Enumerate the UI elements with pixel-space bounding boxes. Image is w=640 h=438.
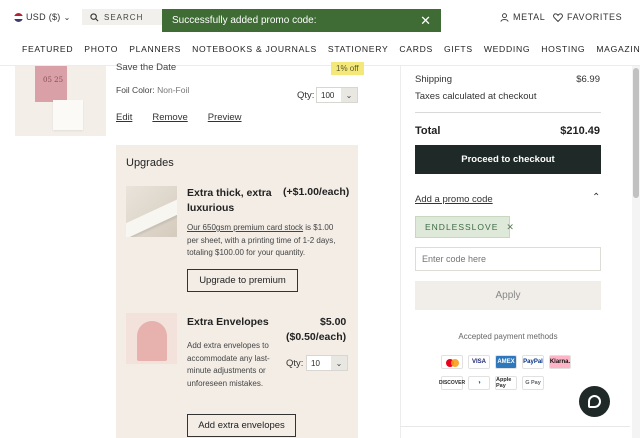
total-label: Total xyxy=(415,125,441,137)
payment-icons-row-2: DISCOVER ◑ Apple Pay G Pay xyxy=(439,376,544,390)
premium-description: Our 650gsm premium card stock is $1.00 p… xyxy=(187,222,347,260)
main-nav: FEATURED PHOTO PLANNERS NOTEBOOKS & JOUR… xyxy=(22,44,640,54)
shipping-label: Shipping xyxy=(415,74,452,85)
preview-link[interactable]: Preview xyxy=(208,112,242,123)
envelopes-quantity-select[interactable]: 10 ⌄ xyxy=(306,355,348,371)
chevron-down-icon: ⌄ xyxy=(63,12,71,22)
premium-title: Extra thick, extra luxurious xyxy=(187,187,272,214)
edit-link[interactable]: Edit xyxy=(116,112,132,123)
product-actions: Edit Remove Preview xyxy=(116,112,242,123)
user-icon xyxy=(500,12,509,22)
discount-badge: 1% off xyxy=(331,62,364,75)
currency-label: USD ($) xyxy=(26,12,61,22)
qty-label: Qty: xyxy=(297,90,315,101)
product-name: Save the Date xyxy=(116,62,177,73)
close-icon[interactable]: ✕ xyxy=(420,13,431,29)
taxes-label: Taxes calculated at checkout xyxy=(415,91,537,102)
premium-cardstock-link[interactable]: Our 650gsm premium card stock xyxy=(187,223,303,232)
bottom-card-edge xyxy=(400,426,630,438)
discover-icon: DISCOVER xyxy=(439,376,465,390)
nav-item-cards[interactable]: CARDS xyxy=(399,44,433,54)
foil-color: Foil Color: Non-Foil xyxy=(116,85,189,95)
promo-code-input[interactable] xyxy=(415,247,601,271)
visa-icon: VISA xyxy=(468,355,490,369)
payment-icons-row-1: VISA AMEX PayPal Klarna. xyxy=(441,355,571,369)
nav-item-planners[interactable]: PLANNERS xyxy=(129,44,181,54)
klarna-icon: Klarna. xyxy=(549,355,571,369)
chat-button[interactable] xyxy=(579,386,610,417)
premium-cardstock-image xyxy=(126,186,177,237)
promo-code-text: ENDLESSLOVE xyxy=(425,222,499,232)
currency-selector[interactable]: USD ($) ⌄ xyxy=(14,12,71,22)
applied-promo-chip: ENDLESSLOVE ✕ xyxy=(415,216,514,238)
us-flag-icon xyxy=(14,12,23,22)
site-header: USD ($) ⌄ SEARCH Successfully added prom… xyxy=(0,0,640,66)
favorites-label: FAVORITES xyxy=(567,12,623,22)
google-pay-icon: G Pay xyxy=(522,376,544,390)
upgrades-title: Upgrades xyxy=(126,157,174,169)
nav-item-gifts[interactable]: GIFTS xyxy=(444,44,473,54)
qty-value: 100 xyxy=(321,90,335,100)
nav-item-wedding[interactable]: WEDDING xyxy=(484,44,530,54)
apply-button[interactable]: Apply xyxy=(415,281,601,310)
search-icon xyxy=(90,12,99,21)
favorites-link[interactable]: FAVORITES xyxy=(553,12,622,22)
add-promo-link[interactable]: Add a promo code xyxy=(415,194,493,205)
chevron-up-icon[interactable]: ⌃ xyxy=(592,192,600,203)
nav-item-stationery[interactable]: STATIONERY xyxy=(328,44,388,54)
envelopes-each-price: ($0.50/each) xyxy=(286,331,347,343)
remove-link[interactable]: Remove xyxy=(152,112,187,123)
envelopes-description: Add extra envelopes to accommodate any l… xyxy=(187,341,270,388)
foil-value: Non-Foil xyxy=(157,85,190,95)
envelopes-price: $5.00 xyxy=(320,316,347,328)
account-link[interactable]: METAL xyxy=(500,12,545,22)
toast-message: Successfully added promo code: xyxy=(172,15,317,26)
nav-item-magazine[interactable]: MAGAZINE xyxy=(596,44,640,54)
scrollbar-thumb[interactable] xyxy=(633,68,639,198)
nav-item-hosting[interactable]: HOSTING xyxy=(541,44,585,54)
total-value: $210.49 xyxy=(560,125,600,137)
upgrade-premium-button[interactable]: Upgrade to premium xyxy=(187,269,298,292)
remove-promo-icon[interactable]: ✕ xyxy=(506,222,515,233)
diners-club-icon: ◑ xyxy=(468,376,490,390)
search-label: SEARCH xyxy=(104,12,144,22)
envelopes-title: Extra Envelopes xyxy=(187,316,269,328)
pink-card-image xyxy=(35,66,67,102)
nav-item-featured[interactable]: FEATURED xyxy=(22,44,73,54)
account-label: METAL xyxy=(513,12,546,22)
foil-label: Foil Color: xyxy=(116,85,155,95)
upgrades-panel: Upgrades Extra thick, extra luxurious (+… xyxy=(116,145,358,438)
add-envelopes-button[interactable]: Add extra envelopes xyxy=(187,414,296,437)
chevron-down-icon: ⌄ xyxy=(341,88,357,102)
quantity-select[interactable]: 100 ⌄ xyxy=(316,87,358,103)
apple-pay-icon: Apple Pay xyxy=(495,376,517,390)
mastercard-icon xyxy=(441,355,463,369)
success-toast: Successfully added promo code: ✕ xyxy=(162,9,441,32)
envelopes-qty-label: Qty: xyxy=(286,358,304,369)
nav-item-photo[interactable]: PHOTO xyxy=(84,44,118,54)
envelope-shape xyxy=(137,321,167,361)
shipping-value: $6.99 xyxy=(576,74,600,85)
paypal-icon: PayPal xyxy=(522,355,544,369)
accepted-payments-label: Accepted payment methods xyxy=(458,332,558,341)
heart-icon xyxy=(553,12,563,22)
search-bar[interactable]: SEARCH xyxy=(82,9,172,25)
card-date-text: 05 25 xyxy=(43,76,64,84)
nav-item-notebooks[interactable]: NOTEBOOKS & JOURNALS xyxy=(192,44,317,54)
white-card-image xyxy=(53,100,83,130)
summary-divider xyxy=(415,112,601,113)
chevron-down-icon: ⌄ xyxy=(331,356,347,370)
checkout-button[interactable]: Proceed to checkout xyxy=(415,145,601,174)
amex-icon: AMEX xyxy=(495,355,517,369)
premium-price: (+$1.00/each) xyxy=(283,186,350,198)
product-thumbnail[interactable]: 05 25 xyxy=(15,66,106,136)
envelope-image xyxy=(126,313,177,364)
envelopes-qty-value: 10 xyxy=(311,358,320,368)
chat-icon xyxy=(588,395,601,408)
